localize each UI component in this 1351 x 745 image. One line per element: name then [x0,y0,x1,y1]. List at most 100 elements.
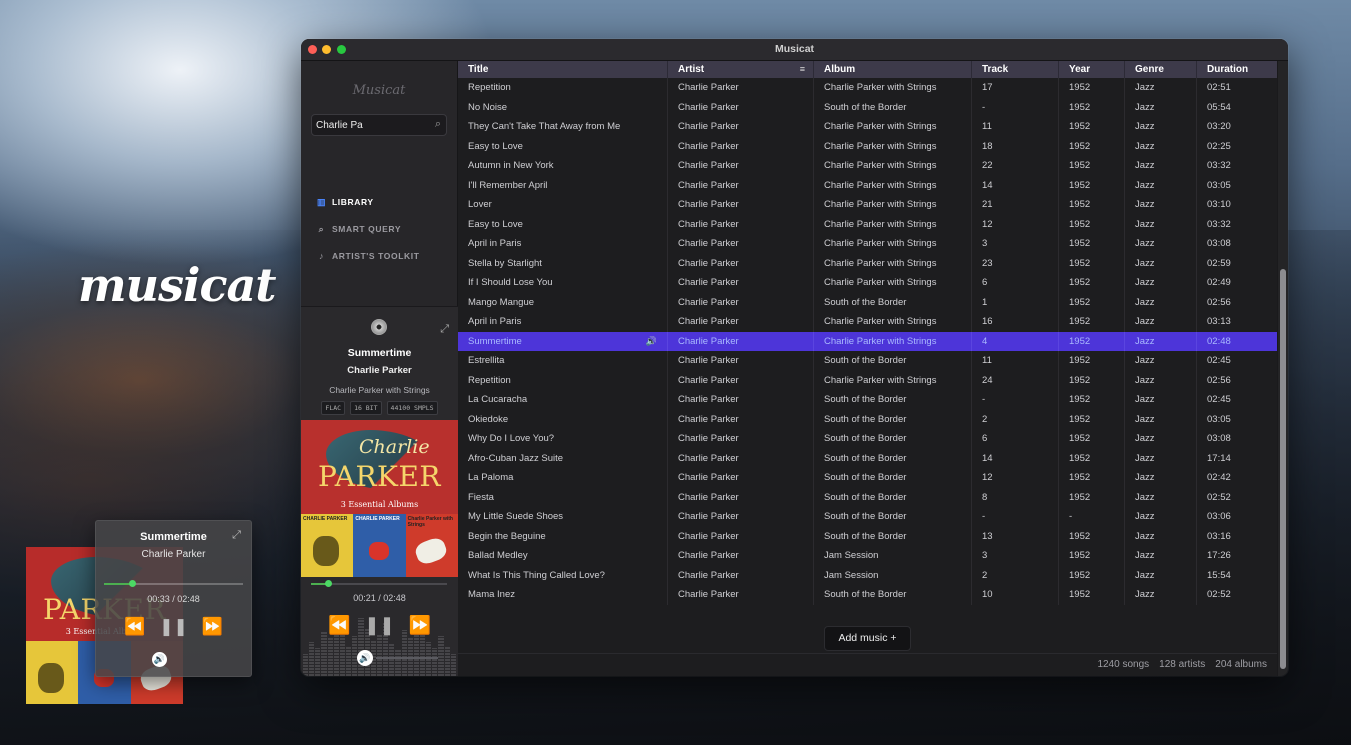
table-row[interactable]: Stella by Starlight Charlie Parker Charlie… [458,253,1277,273]
column-header-year[interactable]: Year [1059,61,1125,78]
table-row[interactable]: Lover Charlie Parker Charlie Parker with S… [458,195,1277,215]
table-row[interactable]: Summertime 🔊 Charlie Parker Charlie Parker … [458,331,1277,351]
desktop-logo: musicat [78,258,277,312]
table-row[interactable]: If I Should Lose You Charlie Parker Charli… [458,273,1277,293]
cell-album: South of the Border [814,429,972,449]
cell-album: Charlie Parker with Strings [814,175,972,195]
search-icon[interactable]: ⌕ [435,118,441,131]
cell-year: 1952 [1059,117,1125,137]
table-row[interactable]: Mango Mangue Charlie Parker South of the B… [458,292,1277,312]
table-row[interactable]: Afro-Cuban Jazz Suite Charlie Parker South… [458,448,1277,468]
column-header-artist[interactable]: Artist ≡ [668,61,814,78]
table-row[interactable]: No Noise Charlie Parker South of the Borde… [458,97,1277,117]
sidebar: Musicat ⌕ ▥ LIBRARY ⌕ SMART QUERY ♪ ARTI… [301,61,458,676]
column-header-track[interactable]: Track [972,61,1059,78]
next-track-icon[interactable]: ⏩ [409,615,431,636]
expand-icon[interactable]: ⤢ [231,530,242,541]
cell-artist: Charlie Parker [668,507,814,527]
volume-icon[interactable]: 🔊 [357,650,373,666]
expand-icon[interactable]: ⤢ [440,323,449,336]
cell-genre: Jazz [1125,253,1197,273]
titlebar: Musicat [301,39,1288,61]
cell-album: Charlie Parker with Strings [814,312,972,332]
cell-genre: Jazz [1125,526,1197,546]
cell-year: 1952 [1059,78,1125,98]
format-badge: FLAC [321,401,346,415]
table-row[interactable]: Repetition Charlie Parker Charlie Parker w… [458,78,1277,98]
sidebar-item-library[interactable]: ▥ LIBRARY [317,195,374,209]
cell-artist: Charlie Parker [668,292,814,312]
cell-duration: 03:32 [1207,160,1231,171]
cell-album: Charlie Parker with Strings [814,195,972,215]
sidebar-item-artists-toolkit[interactable]: ♪ ARTIST'S TOOLKIT [317,249,420,263]
previous-track-icon[interactable]: ⏪ [124,617,145,637]
cell-album: Charlie Parker with Strings [814,214,972,234]
volume-slider[interactable] [376,657,438,659]
cell-title: My Little Suede Shoes [458,507,668,527]
table-row[interactable]: Repetition Charlie Parker Charlie Parker w… [458,370,1277,390]
table-row[interactable]: What Is This Thing Called Love? Charlie P… [458,565,1277,585]
previous-track-icon[interactable]: ⏪ [328,615,350,636]
cell-genre: Jazz [1125,468,1197,488]
progress-bar[interactable] [311,580,447,587]
add-music-button[interactable]: Add music + [824,626,911,651]
table-row[interactable]: April in Paris Charlie Parker Charlie Park… [458,312,1277,332]
cell-album: South of the Border [814,292,972,312]
cell-track: 4 [972,331,1059,351]
column-header-genre[interactable]: Genre [1125,61,1197,78]
table-row[interactable]: Begin the Beguine Charlie Parker South of … [458,526,1277,546]
cell-artist: Charlie Parker [668,448,814,468]
cell-genre: Jazz [1125,234,1197,254]
cell-title: Easy to Love [458,214,668,234]
progress-knob[interactable] [325,580,332,587]
cell-title: Repetition [458,370,668,390]
cell-track: 22 [972,156,1059,176]
mini-player-progress-bar[interactable] [104,580,243,587]
table-row[interactable]: April in Paris Charlie Parker Charlie Park… [458,234,1277,254]
table-row[interactable]: Okiedoke Charlie Parker South of the Borde… [458,409,1277,429]
pause-icon[interactable]: ❚❚ [364,615,394,636]
next-track-icon[interactable]: ⏩ [202,617,223,637]
cell-track: 12 [972,214,1059,234]
cell-album: Charlie Parker with Strings [814,117,972,137]
column-header-title[interactable]: Title [458,61,668,78]
column-header-duration[interactable]: Duration [1197,61,1277,78]
scrollbar[interactable] [1277,61,1288,676]
table-row[interactable]: La Cucaracha Charlie Parker South of the B… [458,390,1277,410]
cell-year: 1952 [1059,156,1125,176]
table-row[interactable]: Why Do I Love You? Charlie Parker South of… [458,429,1277,449]
table-body: Repetition Charlie Parker Charlie Parker w… [458,78,1277,605]
volume-icon[interactable]: 🔊 [152,652,167,667]
progress-knob[interactable] [128,580,136,587]
search-box[interactable]: ⌕ [311,114,447,136]
scrollbar-thumb[interactable] [1280,269,1286,669]
cell-year: 1952 [1059,136,1125,156]
search-input[interactable] [316,117,426,134]
cell-album: South of the Border [814,97,972,117]
table-row[interactable]: Autumn in New York Charlie Parker Charlie … [458,156,1277,176]
table-row[interactable]: Mama Inez Charlie Parker South of the Bord… [458,585,1277,605]
table-row[interactable]: La Paloma Charlie Parker South of the Bord… [458,468,1277,488]
table-row[interactable]: They Can't Take That Away from Me Charlie… [458,117,1277,137]
pause-icon[interactable]: ❚❚ [159,617,188,637]
table-row[interactable]: Easy to Love Charlie Parker Charlie Parker… [458,136,1277,156]
table-row[interactable]: Fiesta Charlie Parker South of the Border 8… [458,487,1277,507]
cell-artist: Charlie Parker [668,78,814,98]
cell-album: South of the Border [814,585,972,605]
table-row[interactable]: Estrellita Charlie Parker South of the Bor… [458,351,1277,371]
sort-icon[interactable]: ≡ [800,61,805,78]
mini-player[interactable]: Summertime Charlie Parker ⤢ 00:33 / 02:4… [95,520,252,677]
table-row[interactable]: Easy to Love Charlie Parker Charlie Parker… [458,214,1277,234]
table-row[interactable]: I'll Remember April Charlie Parker Charlie… [458,175,1277,195]
cell-title: Stella by Starlight [458,253,668,273]
table-row[interactable]: Ballad Medley Charlie Parker Jam Session 3 1… [458,546,1277,566]
cell-duration: 02:52 [1207,491,1231,503]
column-header-album[interactable]: Album [814,61,972,78]
cell-duration: 03:08 [1207,238,1231,249]
cell-genre: Jazz [1125,136,1197,156]
table-row[interactable]: My Little Suede Shoes Charlie Parker South… [458,507,1277,527]
cell-genre: Jazz [1125,273,1197,293]
cell-title: April in Paris [458,234,668,254]
divider [458,653,1277,654]
sidebar-item-smart-query[interactable]: ⌕ SMART QUERY [317,222,401,236]
